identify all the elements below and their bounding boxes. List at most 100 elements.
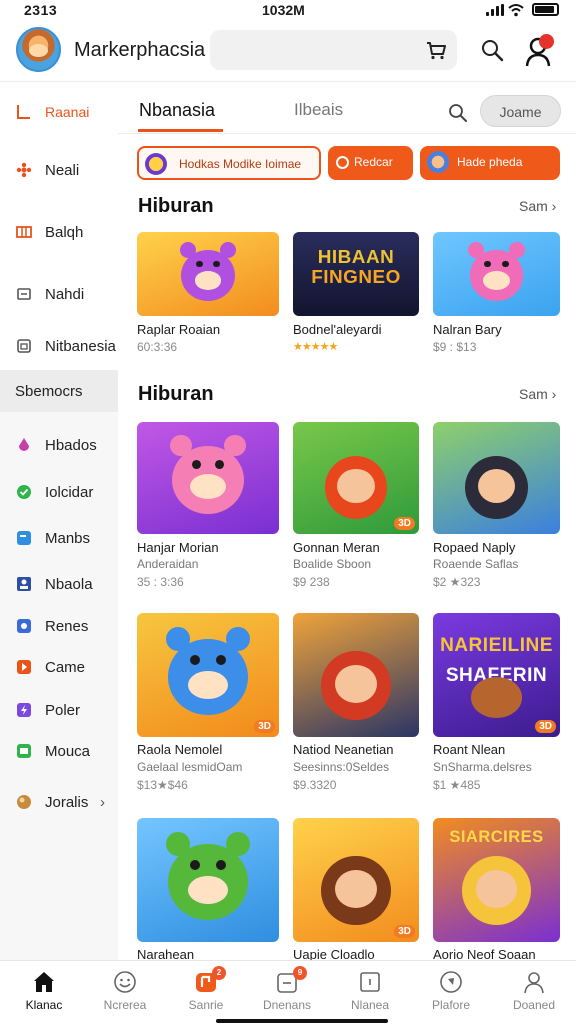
avatar[interactable] [16, 27, 61, 72]
search-icon [336, 156, 349, 169]
product-name: Natiod Neanetian [293, 742, 394, 757]
product-thumbnail[interactable] [137, 818, 279, 942]
product-thumbnail[interactable] [137, 422, 279, 534]
chip-3[interactable]: Hade pheda [420, 146, 560, 180]
product-name: Hanjar Morian [137, 540, 219, 555]
sidebar-item-7[interactable]: Hbados [0, 425, 118, 465]
product-price: $2 ★323 [433, 575, 481, 589]
bottom-nav-item-4[interactable]: 9 Dnenans [247, 960, 327, 1024]
bottom-nav-label: Sanrie [188, 998, 224, 1012]
sidebar-item-label: Mouca [45, 743, 91, 760]
box-icon [16, 286, 32, 302]
drop-icon [16, 437, 32, 453]
sidebar-item-3[interactable]: Balqh [0, 212, 118, 252]
sidebar-item-label: Raanai [45, 104, 90, 120]
wifi-icon [508, 4, 524, 17]
list-icon [16, 104, 32, 120]
product-thumbnail[interactable] [433, 232, 560, 316]
chip-label: Hodkas Modike Ioimae [179, 157, 302, 171]
product-thumbnail[interactable]: 3D [293, 818, 419, 942]
app-header: Markerphacsia [0, 22, 576, 82]
globe-icon [16, 794, 32, 810]
bottom-nav-label: Dnenans [262, 998, 312, 1012]
sidebar-item-11[interactable]: Renes [0, 606, 118, 646]
sidebar-item-4[interactable]: Nahdi [0, 274, 118, 314]
sidebar-item-9[interactable]: Manbs [0, 518, 118, 558]
app-title: Markerphacsia [74, 39, 206, 61]
bottom-nav-item-1[interactable]: Klanac [4, 960, 84, 1024]
home-indicator [216, 1019, 388, 1023]
product-price: $1 ★485 [433, 778, 481, 792]
sidebar-item-10[interactable]: Nbaola [0, 564, 118, 604]
chip-2[interactable]: Redcar [328, 146, 413, 180]
search-input[interactable] [210, 30, 457, 70]
tab-pill-button[interactable]: Joame [480, 95, 561, 127]
chat-icon [358, 970, 382, 994]
bottom-nav-item-3[interactable]: 2 Sanrie [166, 960, 246, 1024]
badge: 3D [394, 517, 415, 530]
sidebar-item-label: Neali [45, 162, 80, 179]
product-thumbnail[interactable]: SIARCIRES [433, 818, 560, 942]
product-thumbnail[interactable]: NARIEILINE SHAFERIN 3D [433, 613, 560, 737]
sidebar-item-8[interactable]: Iolcidar [0, 472, 118, 512]
tab-underline [138, 129, 223, 132]
chip-label: Redcar [354, 155, 393, 169]
flower-icon [16, 162, 32, 178]
bottom-nav-item-6[interactable]: Plafore [411, 960, 491, 1024]
sidebar-item-15[interactable]: Joralis › [0, 782, 118, 822]
notification-badge: 9 [293, 966, 307, 980]
bottom-nav-item-2[interactable]: Ncrerea [85, 960, 165, 1024]
search-icon[interactable] [448, 103, 468, 123]
bottom-nav-label: Doaned [512, 998, 556, 1012]
sidebar-item-5[interactable]: Nitbanesia [0, 326, 118, 366]
product-thumbnail[interactable]: 3D [293, 422, 419, 534]
bottom-nav-label: Plafore [431, 998, 471, 1012]
bolt-icon [16, 702, 32, 718]
sidebar-item-2[interactable]: Neali [0, 150, 118, 190]
product-subtitle: Roaende Saflas [433, 557, 519, 571]
product-thumbnail[interactable] [293, 613, 419, 737]
product-thumbnail[interactable] [433, 422, 560, 534]
product-name: Ropaed Naply [433, 540, 516, 555]
bottom-nav-item-7[interactable]: Doaned [494, 960, 574, 1024]
avatar-icon [427, 151, 449, 173]
product-thumbnail[interactable]: HIBAAN FINGNEO [293, 232, 419, 316]
sidebar-item-14[interactable]: Mouca [0, 731, 118, 771]
sidebar-item-label: Nitbanesia [45, 338, 116, 355]
sidebar-item-13[interactable]: Poler [0, 690, 118, 730]
more-label: Sam [519, 198, 548, 214]
divider [118, 133, 576, 134]
product-price: $9 : $13 [433, 340, 477, 354]
product-name: Bodnel'aleyardi [293, 322, 382, 337]
sidebar-item-label: Poler [45, 702, 81, 719]
sidebar-item-12[interactable]: Came [0, 647, 118, 687]
tab-second[interactable]: Ilbeais [294, 100, 343, 120]
product-subtitle: Seesinns:0Seldes [293, 760, 390, 774]
product-subtitle: SnSharma.delsres [433, 760, 532, 774]
section-more-link[interactable]: Sam › [519, 198, 556, 214]
status-time-center: 1032M [262, 2, 305, 18]
profile-button[interactable] [524, 34, 556, 68]
rating-stars: ★★★★★ [293, 341, 338, 353]
section-more-link[interactable]: Sam › [519, 386, 556, 402]
sidebar-item-1[interactable]: Raanai [0, 92, 118, 132]
bookmark-icon [16, 618, 32, 634]
bottom-nav-item-5[interactable]: Nlanea [330, 960, 410, 1024]
chip-1[interactable]: Hodkas Modike Ioimae [137, 146, 321, 180]
status-bar: 2313 1032M [0, 0, 576, 22]
cart-icon[interactable] [425, 40, 447, 60]
sidebar-item-label: Renes [45, 618, 89, 635]
product-thumbnail[interactable]: 3D [137, 613, 279, 737]
product-price: $13★$46 [137, 778, 188, 792]
product-thumbnail[interactable] [137, 232, 279, 316]
sidebar-item-6[interactable]: Sbemocrs [0, 370, 118, 412]
status-time-left: 2313 [24, 2, 58, 18]
product-price: $9.3320 [293, 778, 337, 792]
home-icon [32, 970, 56, 994]
product-name: Roant Nlean [433, 742, 506, 757]
search-icon[interactable] [480, 38, 504, 62]
sidebar-item-label: Came [45, 659, 86, 676]
tab-active[interactable]: Nbanasia [139, 100, 215, 121]
battery-icon [532, 3, 559, 16]
sidebar-item-label: Hbados [45, 437, 97, 454]
